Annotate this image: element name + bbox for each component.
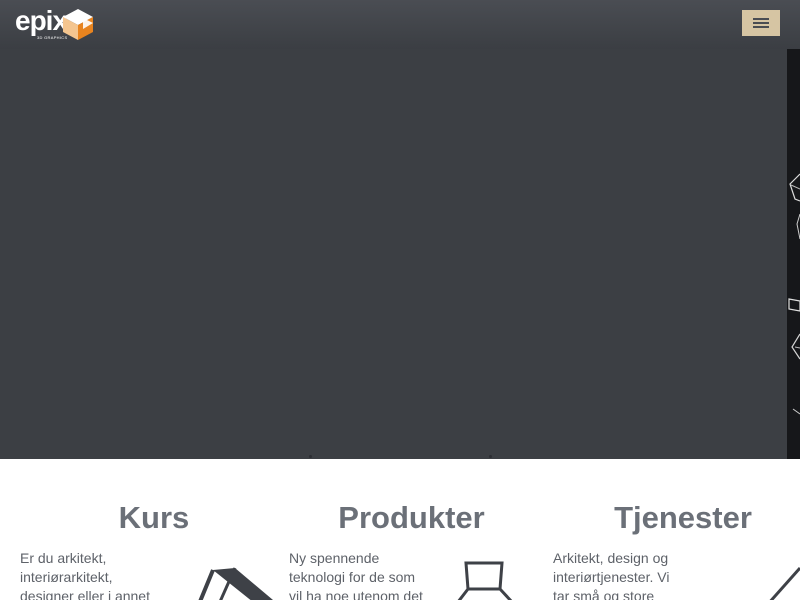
card-produkter[interactable]: Produkter Ny spennende teknologi for de … [289,459,554,600]
lounge-chair-icon [198,567,273,600]
card-description: Ny spennende teknologi for de som vil ha… [289,550,423,600]
card-title: Produkter [338,500,485,535]
card-description: Arkitekt, design og interiørtjenester. V… [553,550,670,600]
slider-dot[interactable] [309,455,312,458]
hero-next-slide-preview [787,49,800,459]
card-tjenester[interactable]: Tjenester Arkitekt, design og interiørtj… [553,459,800,600]
top-navbar: epix 3D GRAPHICS [0,0,800,49]
card-title: Kurs [118,500,190,535]
menu-toggle-button[interactable] [742,10,780,36]
lamp-icon [769,567,800,600]
logo-wordmark: epix [15,5,68,36]
chair-icon [457,561,513,600]
slider-dot[interactable] [489,455,492,458]
epix-logo[interactable]: epix 3D GRAPHICS [15,6,97,42]
wireframe-drawing [788,173,800,415]
card-description: Er du arkitekt, interiørarkitekt, design… [20,550,150,600]
card-title: Tjenester [614,500,752,535]
card-kurs[interactable]: Kurs Er du arkitekt, interiørarkitekt, d… [20,459,285,600]
hero-slider[interactable] [0,49,800,459]
logo-subtitle: 3D GRAPHICS [37,35,68,40]
